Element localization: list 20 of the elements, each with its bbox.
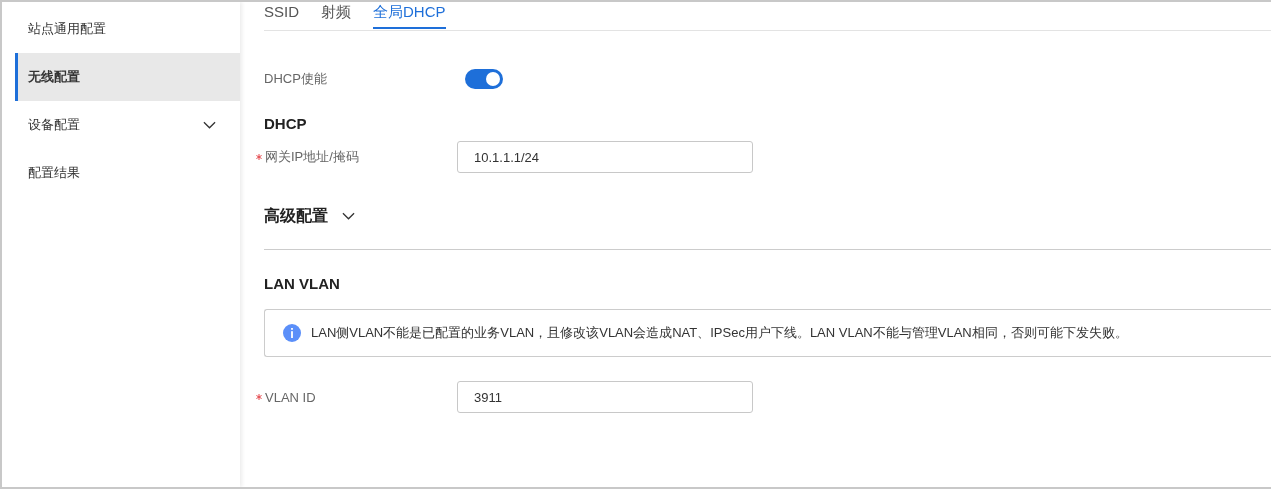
sidebar-item[interactable]: 设备配置 (15, 101, 240, 149)
section-heading: DHCP (264, 115, 308, 133)
sidebar-item[interactable]: 配置结果 (15, 149, 240, 197)
tab[interactable]: SSID (264, 2, 299, 29)
toggle-switch[interactable] (465, 69, 503, 89)
collapse-toggle[interactable]: 高级配置 (264, 205, 355, 227)
field-label: VLAN ID (265, 389, 316, 405)
sidebar-item[interactable]: 站点通用配置 (15, 5, 240, 53)
field-label: DHCP使能 (264, 70, 328, 88)
section-heading: LAN VLAN (264, 275, 341, 293)
tab[interactable]: 全局DHCP (373, 2, 446, 29)
tab[interactable]: 射频 (321, 2, 351, 29)
field-label: 网关IP地址/掩码 (265, 148, 359, 166)
input-field[interactable]: 3911 (457, 381, 753, 413)
info-icon (283, 324, 301, 342)
input-field[interactable]: 10.1.1.1/24 (457, 141, 753, 173)
alert-text: LAN侧VLAN不能是已配置的业务VLAN，且修改该VLAN会造成NAT、IPSec用户下线。LAN VLAN不能与管理VLAN相同，否则可能下发失败。 (311, 324, 1128, 342)
sidebar-item[interactable]: 无线配置 (15, 53, 240, 101)
chevron-icon (342, 212, 355, 220)
chevron-icon (203, 121, 216, 129)
